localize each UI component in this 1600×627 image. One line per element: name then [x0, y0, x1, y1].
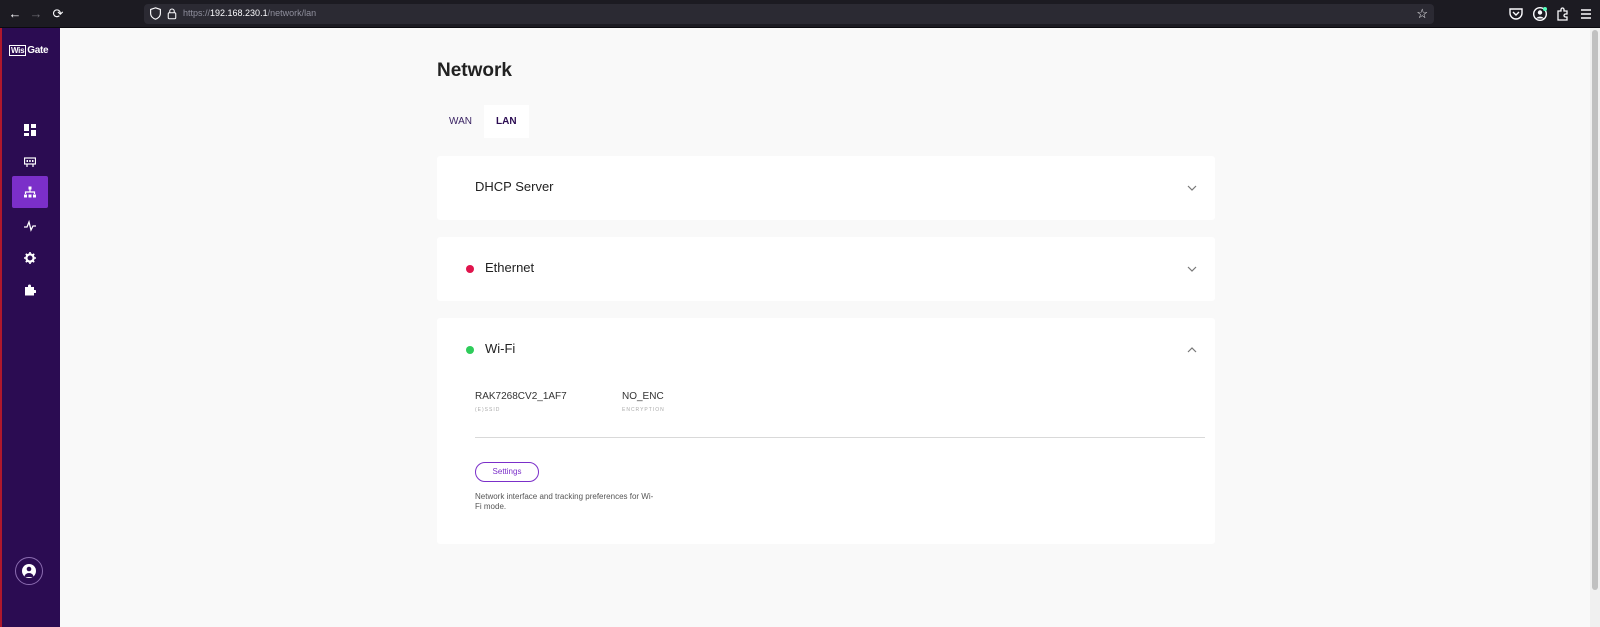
sidebar-item-activity[interactable]: [12, 210, 48, 242]
ethernet-title: Ethernet: [485, 260, 535, 275]
network-icon: [24, 186, 36, 198]
sidebar-item-settings[interactable]: [12, 242, 48, 274]
browser-toolbar: ← → ⟳ https://192.168.230.1/network/lan …: [0, 0, 1600, 28]
ethernet-card[interactable]: Ethernet: [437, 237, 1215, 301]
menu-icon[interactable]: [1578, 6, 1594, 22]
user-icon: [22, 564, 36, 578]
browser-window: ← → ⟳ https://192.168.230.1/network/lan …: [0, 0, 1600, 627]
sidebar-item-gateway[interactable]: [12, 146, 48, 178]
wifi-settings-description: Network interface and tracking preferenc…: [475, 492, 654, 511]
tab-lan[interactable]: LAN: [484, 105, 529, 138]
url-path: /network/lan: [267, 8, 317, 18]
wifi-status-dot: [466, 346, 474, 354]
url-scheme: https://: [183, 8, 211, 18]
dhcp-server-title: DHCP Server: [475, 179, 554, 194]
extensions-puzzle-icon[interactable]: [1555, 6, 1571, 22]
logo-text: Gate: [27, 45, 49, 56]
chevron-down-icon[interactable]: [1187, 265, 1197, 273]
account-icon[interactable]: [1532, 6, 1548, 22]
address-bar[interactable]: https://192.168.230.1/network/lan ☆: [144, 4, 1434, 24]
chevron-up-icon[interactable]: [1187, 346, 1197, 354]
back-button[interactable]: ←: [6, 5, 24, 23]
tab-wan[interactable]: WAN: [437, 105, 484, 138]
ssid-value: RAK7268CV2_1AF7: [475, 391, 567, 402]
sidebar-item-network[interactable]: [12, 176, 48, 208]
encryption-value: NO_ENC: [622, 391, 664, 402]
page-title: Network: [437, 60, 512, 81]
divider: [475, 437, 1205, 438]
main-content: Network WAN LAN DHCP Server Ethernet Wi-…: [60, 28, 1600, 627]
wifi-title[interactable]: Wi-Fi: [485, 341, 515, 356]
ssid-caption: (E)SSID: [475, 407, 501, 413]
scrollbar-thumb[interactable]: [1592, 30, 1598, 590]
gateway-icon: [24, 157, 36, 167]
logo-mark: Wis: [9, 45, 27, 56]
forward-button[interactable]: →: [27, 5, 45, 23]
wifi-card: Wi-Fi RAK7268CV2_1AF7 (E)SSID NO_ENC ENC…: [437, 318, 1215, 544]
pocket-icon[interactable]: [1508, 6, 1524, 22]
activity-icon: [24, 220, 36, 232]
sidebar-item-extensions[interactable]: [12, 274, 48, 306]
wisgate-logo[interactable]: Wis Gate: [9, 45, 49, 56]
sidebar-item-dashboard[interactable]: [12, 114, 48, 146]
user-silhouette: [24, 566, 34, 577]
bookmark-star-icon[interactable]: ☆: [1416, 6, 1428, 22]
sidebar: Wis Gate: [2, 28, 60, 627]
dhcp-server-card[interactable]: DHCP Server: [437, 156, 1215, 220]
ethernet-status-dot: [466, 265, 474, 273]
reload-button[interactable]: ⟳: [49, 5, 67, 23]
encryption-caption: ENCRYPTION: [622, 407, 665, 413]
extensions-icon: [25, 284, 36, 296]
scrollbar[interactable]: [1590, 28, 1600, 627]
lock-icon[interactable]: [166, 7, 178, 20]
settings-gear-icon: [24, 252, 36, 264]
wifi-settings-button[interactable]: Settings: [475, 462, 539, 482]
url-text[interactable]: https://192.168.230.1/network/lan: [183, 8, 316, 18]
shield-icon[interactable]: [149, 7, 162, 20]
url-host: 192.168.230.1: [210, 8, 268, 18]
user-avatar-button[interactable]: [15, 557, 43, 585]
chevron-down-icon[interactable]: [1187, 184, 1197, 192]
dashboard-icon: [24, 124, 36, 136]
